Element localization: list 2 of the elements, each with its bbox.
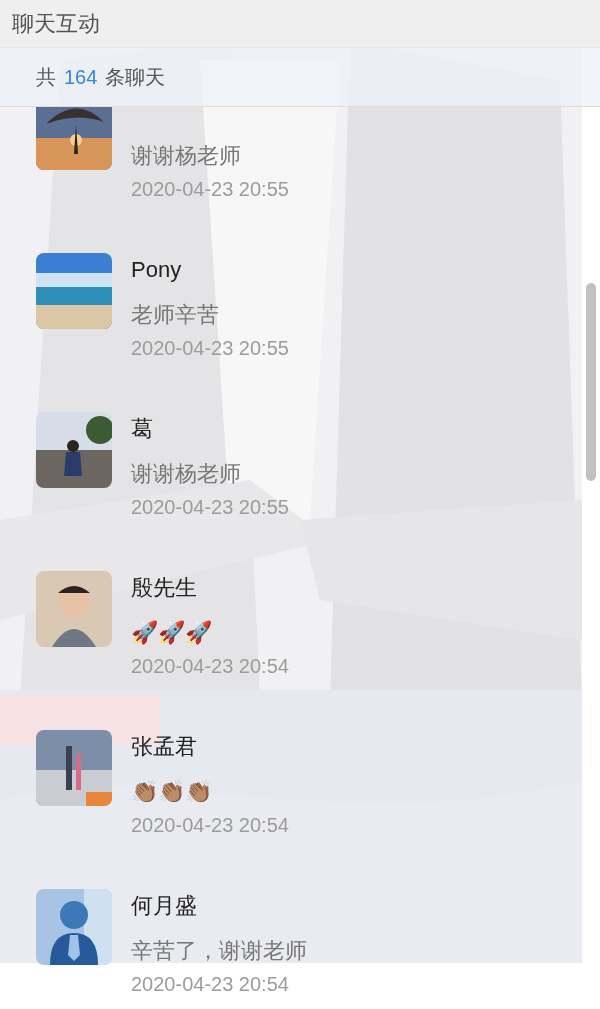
message-time: 2020-04-23 20:54 (131, 972, 290, 997)
scrollbar-thumb[interactable] (586, 283, 596, 481)
